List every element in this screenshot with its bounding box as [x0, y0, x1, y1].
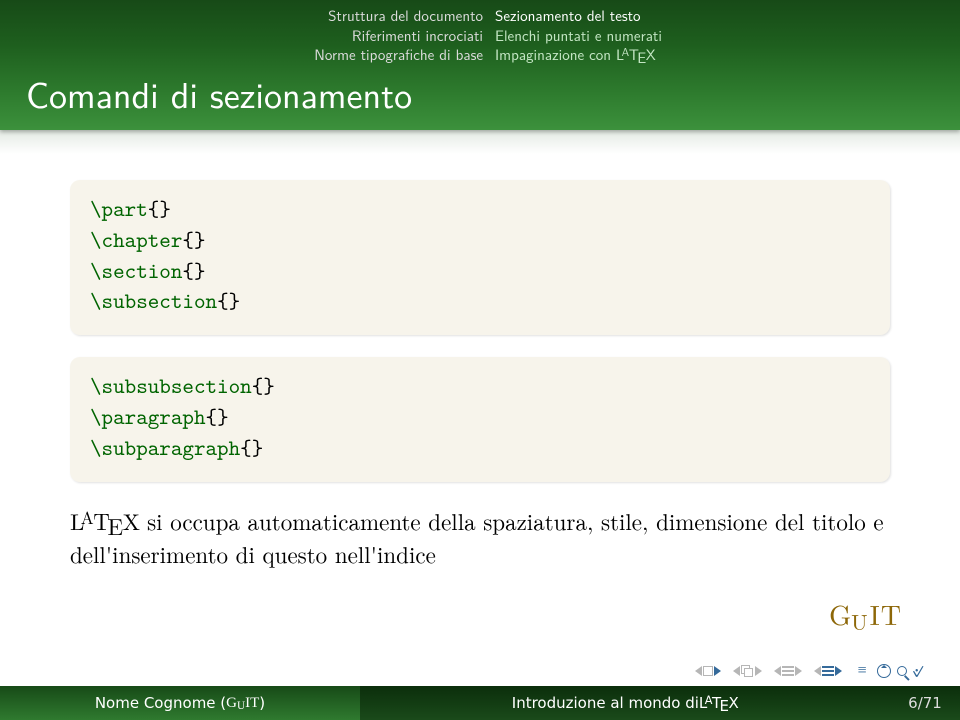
- tex-command: \chapter: [90, 225, 182, 254]
- triangle-right-icon: [714, 666, 721, 676]
- tex-command: \subsection: [90, 286, 217, 315]
- body-paragraph: LATEX si occupa automaticamente della sp…: [70, 504, 890, 571]
- code-line: \subsubsection{}: [90, 371, 870, 402]
- nav-subsection[interactable]: Impaginazione con LATEX: [495, 45, 662, 65]
- header-reflection: [0, 130, 960, 154]
- triangle-left-icon: [774, 666, 781, 676]
- section-icon: [822, 666, 834, 676]
- tex-command: \part: [90, 194, 148, 223]
- footer-author: Nome Cognome (GUIT): [0, 686, 360, 720]
- slide-footer: Nome Cognome (GUIT) Introduzione al mond…: [0, 686, 960, 720]
- code-line: \section{}: [90, 256, 870, 287]
- tex-command: \paragraph: [90, 402, 206, 431]
- triangle-left-icon: [733, 666, 740, 676]
- slide-header: Struttura del documento Riferimenti incr…: [0, 0, 960, 130]
- tex-command: \subsubsection: [90, 371, 252, 400]
- search-icon[interactable]: [897, 666, 907, 676]
- triangle-left-icon: [814, 666, 821, 676]
- nav-slide-prev-next[interactable]: [695, 666, 721, 676]
- nav-subsection[interactable]: Sezionamento del testo: [495, 6, 662, 26]
- appendix-icon[interactable]: ≡: [858, 662, 867, 680]
- back-findforward-icon[interactable]: ୰: [913, 661, 924, 682]
- code-line: \subparagraph{}: [90, 433, 870, 464]
- tex-command: \subparagraph: [90, 433, 240, 462]
- guit-small-logo: GUIT: [226, 695, 259, 712]
- nav-section[interactable]: Struttura del documento: [0, 6, 483, 26]
- nav-subsection-prev-next[interactable]: [774, 666, 802, 676]
- beamer-nav-icons: ≡ ୰: [695, 660, 924, 682]
- triangle-right-icon: [755, 666, 762, 676]
- triangle-left-icon: [695, 666, 702, 676]
- latex-logo: LATEX: [70, 504, 139, 537]
- nav-section[interactable]: Norme tipografiche di base: [0, 45, 483, 65]
- nav-sections: Struttura del documento Riferimenti incr…: [0, 6, 495, 65]
- code-line: \subsection{}: [90, 286, 870, 317]
- code-block-2: \subsubsection{} \paragraph{} \subparagr…: [70, 357, 890, 481]
- frames-icon: [741, 665, 754, 678]
- tex-command: \section: [90, 256, 182, 285]
- nav-subsections: Sezionamento del testo Elenchi puntati e…: [495, 6, 662, 65]
- code-line: \part{}: [90, 194, 870, 225]
- nav-section-prev-next[interactable]: [814, 666, 842, 676]
- circle-arrows-icon[interactable]: [877, 664, 891, 678]
- triangle-right-icon: [795, 666, 802, 676]
- guit-logo: GUIT: [829, 594, 902, 634]
- footer-title: Introduzione al mondo di LATEX: [360, 686, 890, 720]
- code-line: \chapter{}: [90, 225, 870, 256]
- slide-content: \part{} \chapter{} \section{} \subsectio…: [70, 180, 890, 570]
- nav-frame-prev-next[interactable]: [733, 665, 762, 678]
- code-block-1: \part{} \chapter{} \section{} \subsectio…: [70, 180, 890, 335]
- slide-icon: [703, 666, 713, 676]
- header-nav: Struttura del documento Riferimenti incr…: [0, 6, 960, 65]
- subsection-icon: [782, 666, 794, 676]
- triangle-right-icon: [835, 666, 842, 676]
- footer-page: 6/71: [890, 686, 960, 720]
- slide-title: Comandi di sezionamento: [26, 67, 412, 120]
- code-line: \paragraph{}: [90, 402, 870, 433]
- latex-logo: LATEX: [699, 694, 738, 712]
